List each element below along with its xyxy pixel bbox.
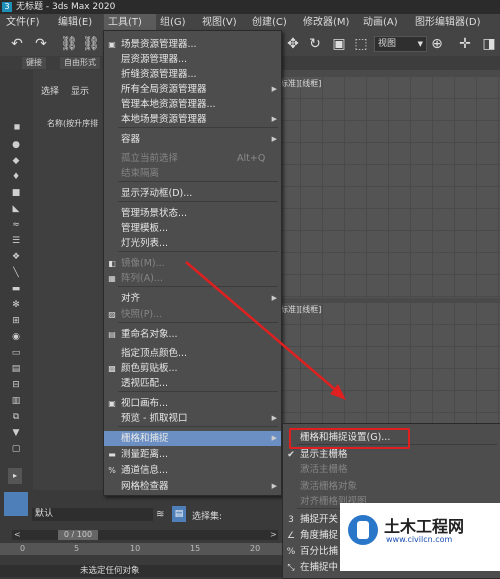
watermark: 土木工程网 www.civilcn.com (340, 503, 500, 571)
annotation-arrow (185, 261, 346, 400)
annotation-arrow-line (185, 261, 339, 393)
watermark-name: 土木工程网 (384, 517, 465, 536)
watermark-logo-icon (348, 515, 378, 545)
watermark-url: www.civilcn.com (386, 535, 453, 544)
